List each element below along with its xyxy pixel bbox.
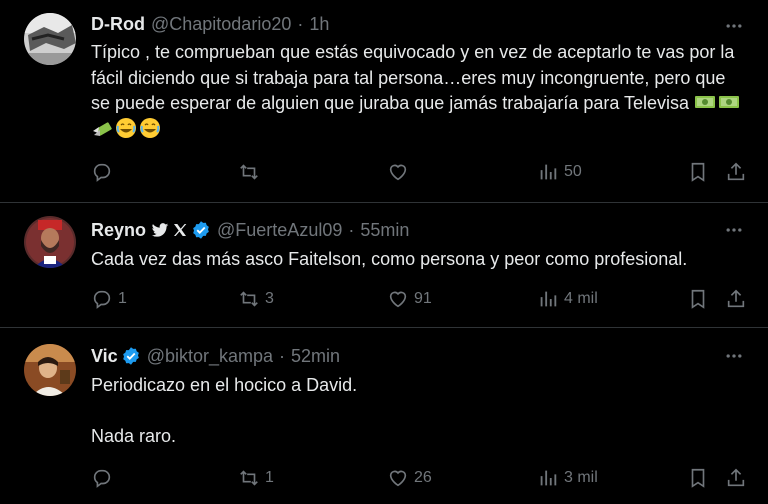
view-count: 3 mil <box>564 469 598 486</box>
separator-dot: · <box>348 219 355 240</box>
bookmark-icon <box>691 162 705 182</box>
tweet-text: Periodicazo en el hocico a David. Nada r… <box>91 373 748 449</box>
user-handle[interactable]: @FuerteAzul09 <box>217 220 342 241</box>
retweet-count: 3 <box>265 290 274 307</box>
reply-button[interactable] <box>91 466 118 490</box>
share-button[interactable] <box>725 160 747 184</box>
bookmark-button[interactable] <box>687 160 709 184</box>
tweet-actions: 1 3 91 4 mil <box>91 287 748 311</box>
like-count: 91 <box>414 290 432 307</box>
view-count: 50 <box>564 163 582 180</box>
tweet-text-body: Cada vez das más asco Faitelson, como pe… <box>91 249 688 269</box>
avatar[interactable] <box>24 13 76 65</box>
retweet-icon <box>240 291 258 307</box>
reply-icon <box>93 469 111 488</box>
tweet-text: Cada vez das más asco Faitelson, como pe… <box>91 247 748 273</box>
tweet[interactable]: D-Rod @Chapitodario20 · 1h Típico , te c… <box>0 0 768 203</box>
laughing-icon <box>116 117 136 138</box>
avatar[interactable] <box>24 344 76 396</box>
retweet-button[interactable]: 3 <box>238 287 274 311</box>
share-button[interactable] <box>725 466 747 490</box>
retweet-count: 1 <box>265 469 274 486</box>
money-bill-icon <box>695 96 716 108</box>
tweet-text-body: Típico , te comprueban que estás equivoc… <box>91 42 735 113</box>
timestamp[interactable]: 1h <box>309 14 329 35</box>
tweet-text-line: Periodicazo en el hocico a David. <box>91 375 358 395</box>
retweet-icon <box>240 164 258 180</box>
avatar[interactable] <box>24 216 76 268</box>
tweet-text: Típico , te comprueban que estás equivoc… <box>91 40 748 142</box>
reply-button[interactable]: 1 <box>91 287 127 311</box>
tweet-actions: 50 <box>91 160 748 184</box>
separator-dot: · <box>279 345 286 366</box>
laughing-icon <box>140 117 160 138</box>
bookmark-button[interactable] <box>687 287 709 311</box>
like-button[interactable]: 91 <box>387 287 432 311</box>
reply-count: 1 <box>118 290 127 307</box>
like-button[interactable]: 26 <box>387 466 432 490</box>
display-name[interactable]: Vic <box>91 346 118 367</box>
timestamp[interactable]: 55min <box>360 220 409 241</box>
tweet-text-line: Nada raro. <box>91 425 177 446</box>
heart-icon <box>389 291 407 308</box>
more-options-icon[interactable] <box>722 14 746 38</box>
views-button[interactable]: 50 <box>537 160 582 184</box>
heart-icon <box>389 470 407 487</box>
views-icon <box>540 291 557 307</box>
money-with-wings-icon <box>93 121 112 136</box>
display-name[interactable]: D-Rod <box>91 14 145 35</box>
user-handle[interactable]: @biktor_kampa <box>147 346 273 367</box>
share-icon <box>727 468 745 487</box>
retweet-button[interactable]: 1 <box>238 466 274 490</box>
reply-icon <box>93 290 111 309</box>
retweet-button[interactable] <box>238 160 265 184</box>
verified-badge-icon <box>122 347 139 365</box>
views-button[interactable]: 3 mil <box>537 466 598 490</box>
tweet[interactable]: Reyno @FuerteAzul09 · 55min Cada vez das… <box>0 203 768 328</box>
tweet-actions: 1 26 3 mil <box>91 466 748 490</box>
reply-icon <box>93 163 111 182</box>
verified-badge-icon <box>193 221 209 239</box>
bird-icon <box>151 223 169 237</box>
bookmark-icon <box>691 289 705 309</box>
share-icon <box>727 162 745 181</box>
views-icon <box>540 164 557 180</box>
share-icon <box>727 289 745 308</box>
user-handle[interactable]: @Chapitodario20 <box>151 14 291 35</box>
tweet[interactable]: Vic @biktor_kampa · 52min Periodicazo en… <box>0 328 768 504</box>
views-icon <box>540 470 557 486</box>
more-options-icon[interactable] <box>722 344 746 368</box>
display-name[interactable]: Reyno <box>91 220 146 241</box>
views-button[interactable]: 4 mil <box>537 287 598 311</box>
x-logo-icon <box>174 224 187 236</box>
like-count: 26 <box>414 469 432 486</box>
profile-badges <box>150 220 211 240</box>
like-button[interactable] <box>387 160 414 184</box>
more-options-icon[interactable] <box>722 218 746 242</box>
retweet-icon <box>240 470 258 486</box>
bookmark-icon <box>691 468 705 488</box>
heart-icon <box>389 164 407 181</box>
share-button[interactable] <box>725 287 747 311</box>
bookmark-button[interactable] <box>687 466 709 490</box>
timestamp[interactable]: 52min <box>291 346 340 367</box>
money-bill-icon <box>719 96 740 108</box>
reply-button[interactable] <box>91 160 118 184</box>
separator-dot: · <box>297 13 304 34</box>
view-count: 4 mil <box>564 290 598 307</box>
